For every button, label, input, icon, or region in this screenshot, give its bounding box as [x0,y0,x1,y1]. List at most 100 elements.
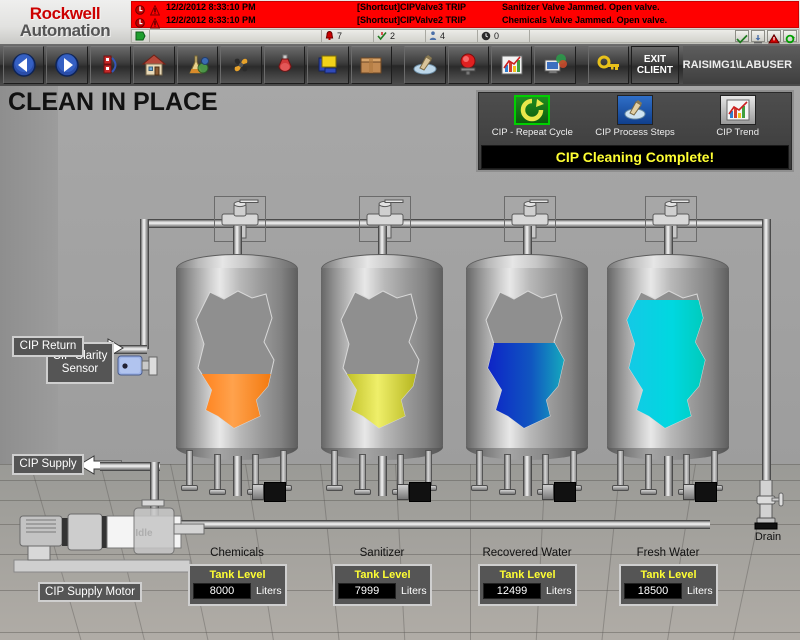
sanitizer-tank-outlet-pipe [378,456,387,496]
packaging-button[interactable] [351,46,392,84]
clarity-sensor-label-line2: Sensor [62,363,98,376]
process-overview-button[interactable] [90,46,131,84]
acknowledged-count: 2 [374,30,426,42]
acknowledged-count-value: 2 [390,31,395,41]
cip-repeat-cycle-button[interactable]: CIP - Repeat Cycle [481,95,584,143]
sanitizer-tank[interactable] [321,254,443,462]
cip-trend-button[interactable]: CIP Trend [686,95,789,143]
alarm-timestamp: 12/2/2012 8:33:10 PM [166,15,256,25]
warning-icon [150,16,160,27]
recovered-water-pump[interactable] [542,482,576,502]
login-button[interactable] [588,46,629,84]
cip-status-message: CIP Cleaning Complete! [481,145,789,169]
ack-check-icon [377,31,387,41]
chemicals-level-unit: Liters [256,585,282,597]
fresh-water-tank-outlet-pipe [664,456,673,496]
refresh-button[interactable] [783,30,797,42]
suppressed-count: 0 [478,30,530,42]
background-wall-shadow [0,86,58,466]
cip-return-label: CIP Return [12,336,84,357]
labeler-button[interactable] [307,46,348,84]
clarity-sensor-device[interactable] [116,352,160,385]
cip-supply-label: CIP Supply [12,454,84,475]
cip-supply-motor-assembly[interactable]: Idle [10,486,210,583]
chemicals-tank[interactable] [176,254,298,462]
chemicals-level-window [194,290,280,430]
sanitizer-tank-caption: Sanitizer [322,547,442,559]
home-button[interactable] [133,46,174,84]
repeat-cycle-icon [514,95,550,125]
chemical-bottle-icon [272,52,298,78]
acknowledge-all-button[interactable] [751,30,765,42]
silence-alarm-button[interactable] [767,30,781,42]
recovered-water-level-unit: Liters [546,585,572,597]
alarm-row[interactable]: 12/2/2012 8:33:10 PM [Shortcut]CIPValve3… [132,2,798,15]
alarm-tag: [Shortcut]CIPValve3 TRIP [357,2,466,12]
bell-icon [135,16,145,27]
navigation-toolbar: EXIT CLIENT RAISIMG1\LABUSER [0,44,800,86]
alarms-button[interactable] [448,46,489,84]
labeler-icon [315,52,341,78]
chemicals-button[interactable] [264,46,305,84]
mixer-button[interactable] [220,46,261,84]
fresh-water-level-unit: Liters [687,585,713,597]
info-count-value: 4 [440,31,445,41]
recovered-water-tank-caption: Recovered Water [467,547,587,559]
recovered-water-level-value: 12499 [483,583,541,599]
recovered-water-tank-outlet-pipe [523,456,532,496]
mixer-fan-icon [228,52,254,78]
key-icon [596,52,622,78]
process-loop-icon [98,52,124,78]
alarm-summary-list[interactable]: 12/2/2012 8:33:10 PM [Shortcut]CIPValve3… [131,1,799,28]
cip-process-steps-button[interactable]: CIP Process Steps [584,95,687,143]
chemicals-pump[interactable] [252,482,286,502]
exit-label-line1: EXIT [644,54,666,65]
fresh-water-level-title: Tank Level [621,569,716,581]
fresh-water-pump[interactable] [683,482,717,502]
exit-client-button[interactable]: EXIT CLIENT [631,46,678,84]
fresh-water-level-window [625,290,711,430]
chemicals-level-display[interactable]: Tank Level 8000 Liters [188,564,287,606]
alarm-filter-field[interactable] [150,30,322,42]
right-arrow-icon [54,52,80,78]
forward-button[interactable] [46,46,87,84]
bell-icon [135,3,145,14]
cip-process-steps-label: CIP Process Steps [595,127,675,138]
sanitizer-level-display[interactable]: Tank Level 7999 Liters [333,564,432,606]
acknowledge-button[interactable] [735,30,749,42]
alarm-timestamp: 12/2/2012 8:33:10 PM [166,2,256,12]
left-arrow-icon [11,52,37,78]
trend-button[interactable] [491,46,532,84]
alarm-count-value: 7 [337,31,342,41]
cip-process-graphic: CLEAN IN PLACE CIP - Repeat Cycle [0,86,800,640]
fresh-water-tank[interactable] [607,254,729,462]
trend-chart-icon [720,95,756,125]
cip-trend-label: CIP Trend [716,127,759,138]
sanitizer-level-window [339,290,425,430]
bottom-supply-header [150,520,710,529]
fresh-water-tank-caption: Fresh Water [608,547,728,559]
cip-brush-icon [412,52,438,78]
flasks-icon [185,52,211,78]
alarm-banner: Rockwell Automation 12/2/2012 8:33:10 PM… [0,0,800,44]
hmi-screen: Rockwell Automation 12/2/2012 8:33:10 PM… [0,0,800,640]
box-icon [358,52,384,78]
drain-label: Drain [744,531,792,543]
current-user-label: RAISIMG1\LABUSER [683,46,800,84]
back-button[interactable] [3,46,44,84]
right-downcomer-pipe [762,219,771,489]
recovered-water-level-title: Tank Level [480,569,575,581]
lab-button[interactable] [177,46,218,84]
suppressed-count-value: 0 [494,31,499,41]
fresh-water-level-value: 18500 [624,583,682,599]
fresh-water-level-display[interactable]: Tank Level 18500 Liters [619,564,718,606]
cip-brush-icon [617,95,653,125]
recovered-water-level-display[interactable]: Tank Level 12499 Liters [478,564,577,606]
sanitizer-level-title: Tank Level [335,569,430,581]
sanitizer-pump[interactable] [397,482,431,502]
cip-button[interactable] [404,46,445,84]
recovered-water-tank[interactable] [466,254,588,462]
diagnostics-button[interactable] [534,46,575,84]
alarm-bell-icon [325,31,334,41]
alarm-row[interactable]: 12/2/2012 8:33:10 PM [Shortcut]CIPValve2… [132,15,798,28]
